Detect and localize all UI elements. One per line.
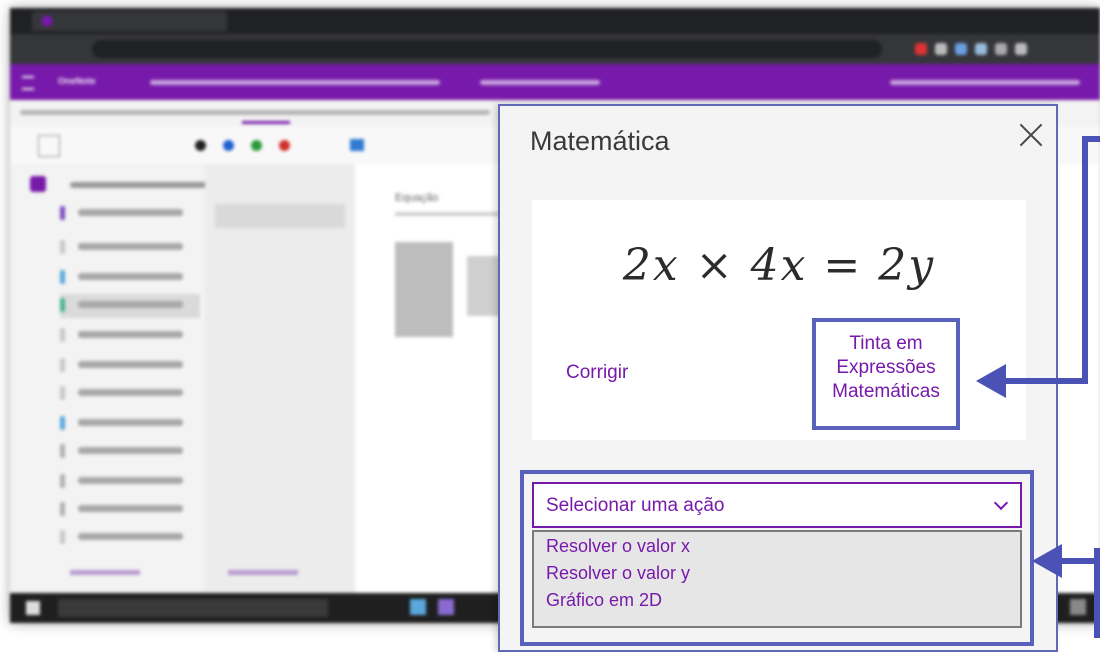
- add-section-link[interactable]: [70, 570, 140, 575]
- panel-title: Matemática: [530, 126, 670, 156]
- app-name: OneNote: [58, 76, 96, 86]
- app-launcher-icon[interactable]: [22, 76, 34, 90]
- section-item[interactable]: [60, 498, 200, 522]
- pen-green-icon[interactable]: [251, 140, 262, 151]
- lasso-tool-icon[interactable]: [38, 135, 60, 157]
- page-date: [395, 212, 515, 216]
- pen-blue-icon[interactable]: [223, 140, 234, 151]
- section-item[interactable]: [60, 470, 200, 494]
- document-title: [480, 80, 600, 85]
- option-solve-x[interactable]: Resolver o valor x: [546, 536, 690, 557]
- section-item[interactable]: [60, 324, 200, 348]
- taskbar-app-icon[interactable]: [438, 599, 454, 615]
- ink-math-link[interactable]: Tinta em Expressões Matemáticas: [816, 332, 956, 404]
- page-item-selected[interactable]: [215, 204, 345, 228]
- pen-red-icon[interactable]: [279, 140, 290, 151]
- section-item[interactable]: [60, 440, 200, 464]
- browser-tab-bar: [10, 8, 1100, 34]
- section-item[interactable]: [60, 202, 200, 226]
- extension-icon[interactable]: [975, 43, 987, 55]
- ink-link-highlight: Tinta em Expressões Matemáticas: [812, 318, 960, 430]
- notification-icon[interactable]: [1070, 599, 1086, 615]
- onenote-app-bar: OneNote: [10, 64, 1100, 100]
- section-item[interactable]: [60, 412, 200, 436]
- windows-start-icon[interactable]: [26, 601, 40, 615]
- url-field[interactable]: [92, 40, 882, 58]
- section-navigation: [10, 164, 355, 594]
- recognized-equation: 2x × 4x = 2y: [622, 240, 936, 291]
- option-graph-2d[interactable]: Gráfico em 2D: [546, 590, 662, 611]
- user-name[interactable]: [890, 80, 1080, 85]
- shape-icon[interactable]: [350, 139, 364, 151]
- page-list: [205, 164, 355, 594]
- close-icon[interactable]: [1016, 120, 1046, 150]
- option-solve-y[interactable]: Resolver o valor y: [546, 563, 690, 584]
- section-item[interactable]: [60, 266, 200, 290]
- ink-drawing[interactable]: [395, 242, 453, 337]
- taskbar-app-icon[interactable]: [410, 599, 426, 615]
- chevron-down-icon: [993, 495, 1009, 511]
- notebook-icon[interactable]: [30, 176, 46, 192]
- section-item[interactable]: [60, 236, 200, 260]
- taskbar-search[interactable]: [58, 599, 328, 617]
- action-highlight: Selecionar uma ação Resolver o valor x R…: [520, 470, 1034, 646]
- extension-icon[interactable]: [915, 43, 927, 55]
- section-item-selected[interactable]: [60, 294, 200, 318]
- action-select[interactable]: Selecionar uma ação: [532, 482, 1022, 528]
- pen-black-icon[interactable]: [195, 140, 206, 151]
- active-tab-indicator: [242, 121, 290, 124]
- browser-address-bar: [10, 34, 1100, 64]
- section-item[interactable]: [60, 526, 200, 550]
- section-item[interactable]: [60, 382, 200, 406]
- action-options-list: Resolver o valor x Resolver o valor y Gr…: [532, 530, 1022, 628]
- section-item[interactable]: [60, 354, 200, 378]
- extension-icon[interactable]: [995, 43, 1007, 55]
- extension-icon[interactable]: [955, 43, 967, 55]
- extension-icon[interactable]: [1015, 43, 1027, 55]
- math-panel: Matemática 2x × 4x = 2y Corrigir Tinta e…: [498, 104, 1058, 652]
- equation-card: 2x × 4x = 2y Corrigir Tinta em Expressões…: [532, 200, 1026, 440]
- page-title: Equação: [395, 192, 439, 204]
- onenote-favicon-icon: [42, 16, 52, 26]
- browser-tab[interactable]: [32, 11, 227, 31]
- fix-link[interactable]: Corrigir: [566, 362, 628, 384]
- breadcrumb[interactable]: [150, 80, 440, 85]
- extension-icon[interactable]: [935, 43, 947, 55]
- ribbon-tab-list[interactable]: [20, 110, 490, 115]
- action-select-label: Selecionar uma ação: [546, 495, 725, 516]
- add-page-link[interactable]: [228, 570, 298, 575]
